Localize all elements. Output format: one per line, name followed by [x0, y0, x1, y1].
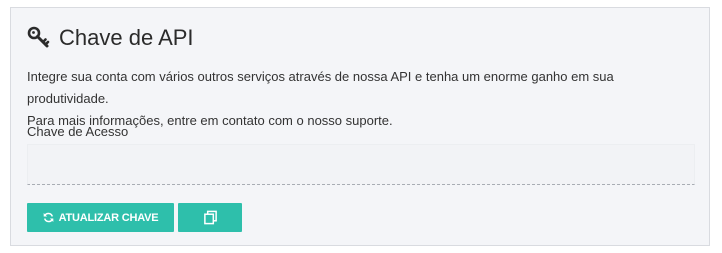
description-text: Integre sua conta com vários outros serv… — [27, 66, 697, 132]
api-key-card: Chave de API Integre sua conta com vário… — [10, 7, 710, 246]
copy-icon — [203, 210, 218, 225]
update-key-button[interactable]: ATUALIZAR CHAVE — [27, 203, 174, 232]
card-header: Chave de API — [27, 22, 194, 52]
access-key-input[interactable] — [27, 144, 695, 185]
key-icon — [27, 25, 51, 49]
access-key-label: Chave de Acesso — [27, 124, 129, 139]
page-title: Chave de API — [59, 24, 194, 50]
refresh-icon — [43, 212, 54, 223]
update-key-label: ATUALIZAR CHAVE — [58, 211, 159, 224]
copy-key-button[interactable] — [178, 203, 242, 232]
description-line-1: Integre sua conta com vários outros serv… — [27, 69, 614, 106]
